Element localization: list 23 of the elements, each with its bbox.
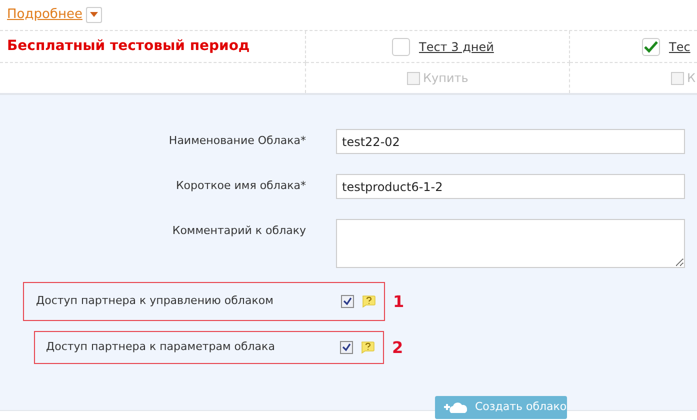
input-field[interactable]: testproduct6-1-2 — [336, 174, 685, 199]
checkbox[interactable] — [642, 38, 660, 56]
option-label: Доступ партнера к параметрам облака — [46, 339, 275, 356]
checkbox[interactable] — [341, 295, 354, 308]
field-label: Наименование Облака* — [168, 133, 306, 149]
buy-label: К — [687, 70, 696, 87]
comment-field[interactable] — [336, 219, 685, 268]
plan-link[interactable]: Тест 3 дней — [419, 38, 494, 56]
dropdown-icon[interactable] — [86, 7, 102, 23]
section-title: Бесплатный тестовый период — [7, 37, 250, 56]
plan-link[interactable]: Тес — [669, 38, 690, 56]
help-icon[interactable] — [360, 341, 375, 354]
buy-label: Купить — [423, 70, 468, 87]
cloud-plus-icon — [443, 401, 469, 414]
checkbox[interactable] — [340, 341, 353, 354]
option-label: Доступ партнера к управлению облаком — [36, 293, 274, 310]
input-field[interactable]: test22-02 — [336, 129, 685, 154]
help-icon[interactable] — [361, 295, 376, 308]
annotation-number: 2 — [392, 336, 404, 358]
annotation-number: 1 — [393, 290, 404, 312]
checkbox[interactable] — [392, 38, 410, 56]
field-label: Короткое имя облака* — [174, 178, 306, 194]
field-label: Комментарий к облаку — [171, 223, 306, 239]
